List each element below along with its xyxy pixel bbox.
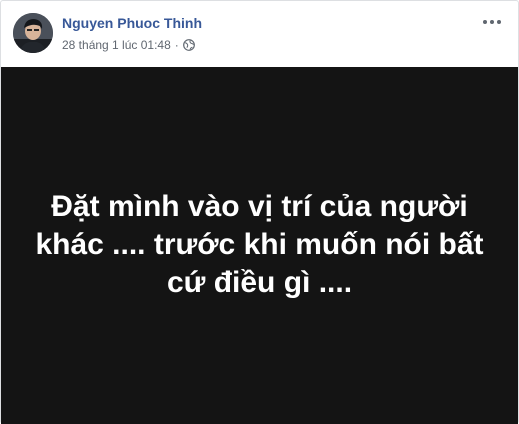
post-image[interactable]: Đặt mình vào vị trí của người khác .... … <box>1 67 518 424</box>
meta-separator: · <box>174 38 179 52</box>
post-image-text: Đặt mình vào vị trí của người khác .... … <box>35 189 484 299</box>
author-name-link[interactable]: Nguyen Phuoc Thinh <box>62 15 202 31</box>
dot <box>483 20 487 24</box>
dot <box>490 20 494 24</box>
globe-icon[interactable] <box>182 39 195 51</box>
more-options-icon[interactable] <box>480 14 504 30</box>
post-card: Nguyen Phuoc Thinh 28 tháng 1 lúc 01:48 … <box>0 0 519 424</box>
post-meta: 28 tháng 1 lúc 01:48 · <box>62 38 195 52</box>
avatar-image <box>13 13 53 53</box>
post-timestamp-link[interactable]: 28 tháng 1 lúc 01:48 <box>62 38 171 52</box>
post-header: Nguyen Phuoc Thinh 28 tháng 1 lúc 01:48 … <box>1 1 518 67</box>
author-avatar[interactable] <box>13 13 53 53</box>
dot <box>497 20 501 24</box>
